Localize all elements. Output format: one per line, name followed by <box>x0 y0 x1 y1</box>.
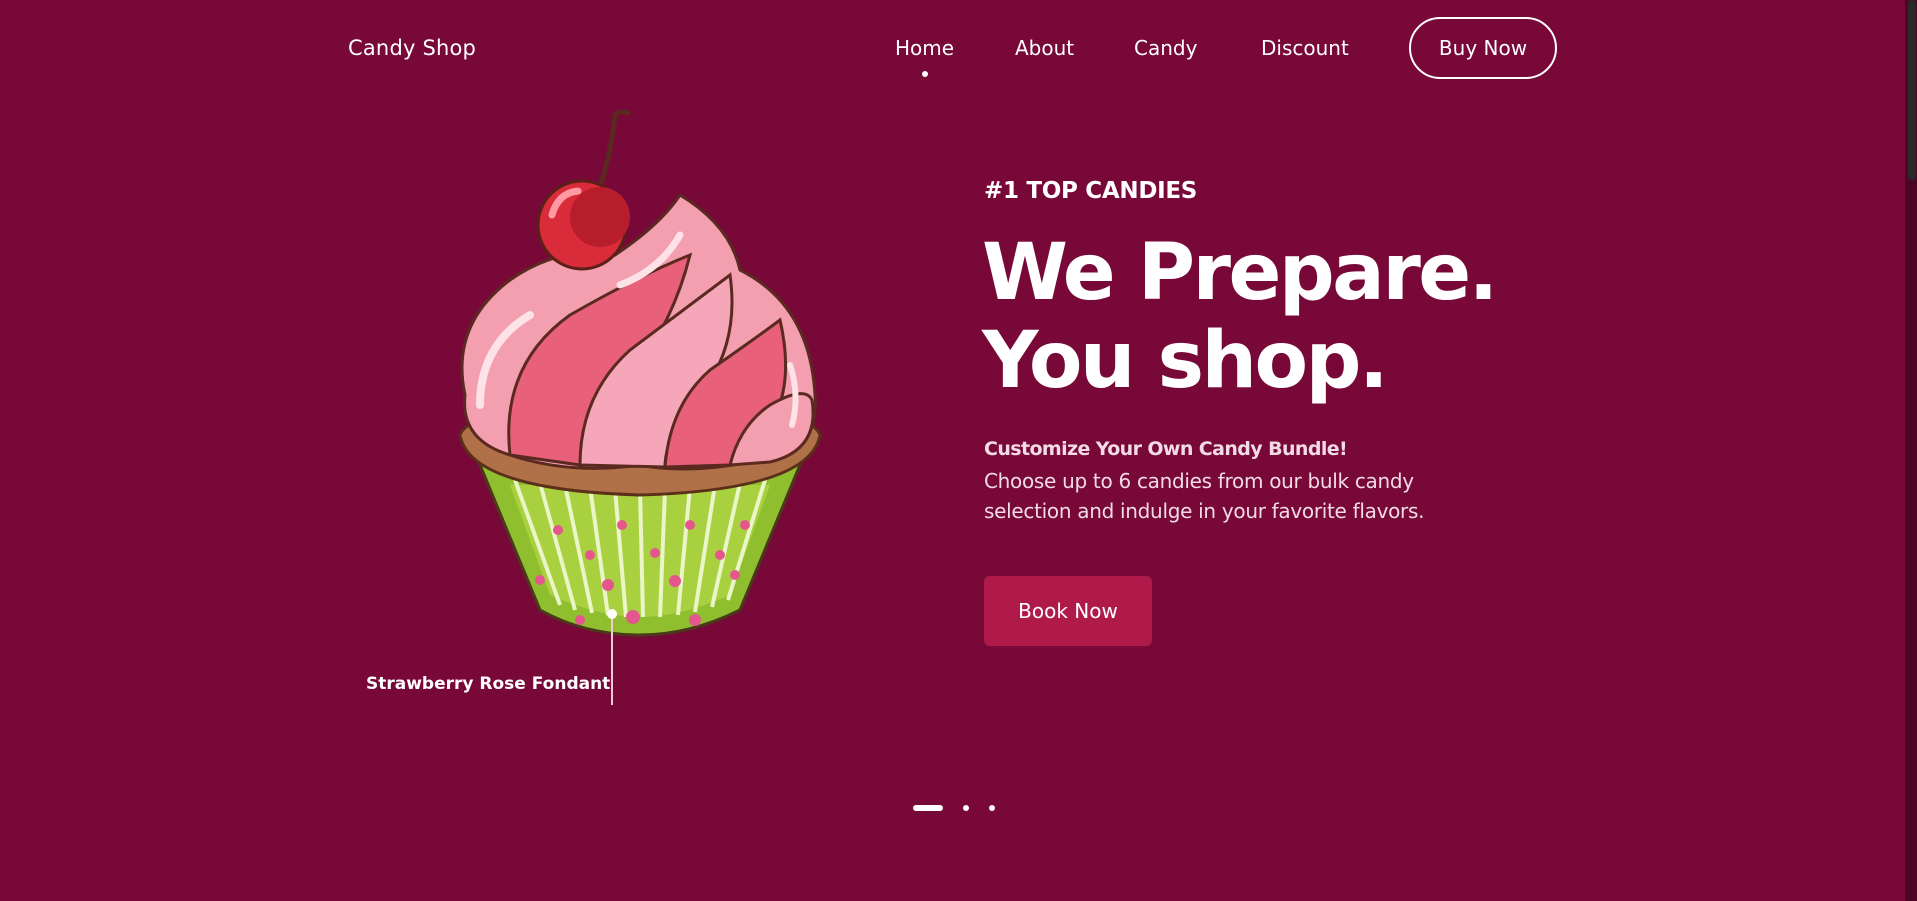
nav-about[interactable]: About <box>1015 36 1074 60</box>
hero-headline-line-2: You shop. <box>982 316 1389 406</box>
page: Candy Shop Home About Candy Discount Buy… <box>0 0 1917 901</box>
nav-active-indicator <box>922 71 928 77</box>
flavor-pointer-dot <box>607 609 617 619</box>
scrollbar-thumb[interactable] <box>1908 0 1916 180</box>
buy-now-button[interactable]: Buy Now <box>1409 17 1557 79</box>
hero-subhead: Customize Your Own Candy Bundle! <box>984 438 1348 460</box>
flavor-label: Strawberry Rose Fondant <box>366 674 611 694</box>
carousel-dot-2[interactable] <box>963 805 969 811</box>
flavor-pointer-line <box>611 615 613 705</box>
hero-eyebrow: #1 TOP CANDIES <box>984 178 1198 204</box>
cupcake-illustration <box>458 109 822 637</box>
hero-headline-line-1: We Prepare. <box>982 228 1498 318</box>
nav-home[interactable]: Home <box>895 36 954 60</box>
hero-description: Choose up to 6 candies from our bulk can… <box>984 469 1425 523</box>
carousel-dot-3[interactable] <box>989 805 995 811</box>
nav-discount[interactable]: Discount <box>1261 36 1349 60</box>
brand-logo[interactable]: Candy Shop <box>348 36 476 60</box>
book-now-button[interactable]: Book Now <box>984 576 1152 646</box>
scrollbar[interactable] <box>1905 0 1917 901</box>
nav-candy[interactable]: Candy <box>1134 36 1197 60</box>
carousel-dot-active[interactable] <box>913 805 943 811</box>
